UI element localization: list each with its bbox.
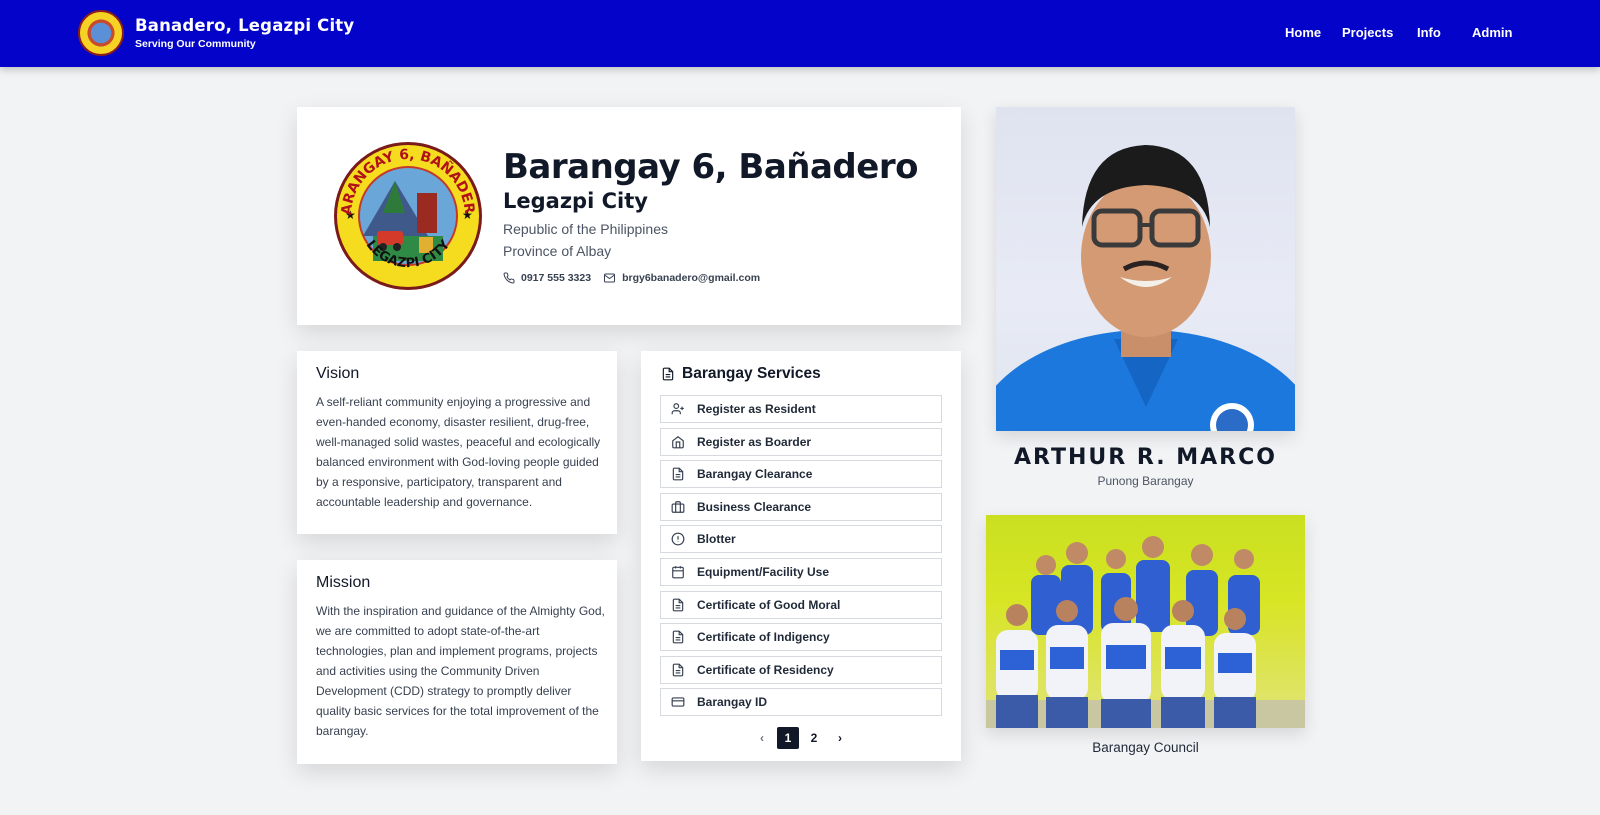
vision-title: Vision [316,365,360,382]
services-list: Register as Resident Register as Boarder… [660,395,942,721]
mission-card: Mission With the inspiration and guidanc… [297,560,617,764]
user-plus-icon [671,403,684,415]
service-register-boarder[interactable]: Register as Boarder [660,427,942,456]
service-residency[interactable]: Certificate of Residency [660,655,942,684]
document-icon [672,663,684,677]
service-register-resident[interactable]: Register as Resident [660,395,942,423]
service-label: Business Clearance [697,499,812,514]
mission-title: Mission [316,574,371,591]
pagination: ‹ 1 2 › [641,727,961,749]
service-label: Certificate of Indigency [697,630,830,645]
mail-icon [604,273,616,283]
calendar-icon [672,566,684,579]
nav-admin[interactable]: Admin [1472,25,1512,40]
service-barangay-id[interactable]: Barangay ID [660,688,942,717]
alert-circle-icon [671,532,685,546]
briefcase-icon [671,500,685,513]
official-name: ARTHUR R. MARCO [1014,445,1277,470]
service-label: Register as Resident [697,402,816,416]
city-name: Legazpi City [503,189,648,213]
nav-info[interactable]: Info [1417,25,1441,40]
services-title: Barangay Services [682,365,821,382]
email-address[interactable]: brgy6banadero@gmail.com [622,272,760,284]
prev-page-icon[interactable]: ‹ [751,727,773,749]
service-label: Certificate of Residency [697,662,834,677]
service-label: Certificate of Good Moral [697,597,841,612]
services-card: Barangay Services Register as Resident R… [641,351,961,761]
nav-projects[interactable]: Projects [1342,25,1393,40]
document-icon [672,598,684,611]
mission-text: With the inspiration and guidance of the… [316,604,605,738]
nav-home[interactable]: Home [1285,25,1321,40]
service-label: Register as Boarder [697,434,812,449]
service-label: Equipment/Facility Use [697,564,830,579]
barangay-info-card: ★ ★ BARANGAY 6, BAÑADERO LEGAZPI CITY Ba… [297,107,961,325]
id-card-icon [671,697,685,708]
service-business-clearance[interactable]: Business Clearance [660,492,942,521]
service-barangay-clearance[interactable]: Barangay Clearance [660,460,942,489]
document-icon [662,367,674,381]
service-equipment-facility[interactable]: Equipment/Facility Use [660,557,942,586]
document-icon [672,467,684,481]
barangay-seal-icon: ★ ★ BARANGAY 6, BAÑADERO LEGAZPI CITY [333,141,482,290]
phone-icon [503,272,515,284]
document-icon [672,630,684,644]
contact-info: 0917 555 3323 brgy6banadero@gmail.com [503,272,760,284]
service-label: Blotter [697,532,736,547]
service-blotter[interactable]: Blotter [660,525,942,554]
service-label: Barangay Clearance [697,467,813,482]
home-icon [672,435,684,449]
top-navbar: Banadero, Legazpi City Serving Our Commu… [0,0,1600,67]
official-role: Punong Barangay [1097,474,1194,488]
barangay-council-photo [986,515,1305,728]
service-indigency[interactable]: Certificate of Indigency [660,623,942,652]
service-good-moral[interactable]: Certificate of Good Moral [660,590,942,619]
council-caption: Barangay Council [1092,740,1199,755]
page-1-button[interactable]: 1 [777,727,799,749]
services-heading: Barangay Services [661,365,821,383]
punong-barangay-photo [996,107,1295,431]
service-label: Barangay ID [697,695,768,710]
phone-number[interactable]: 0917 555 3323 [521,272,591,284]
next-page-icon[interactable]: › [829,727,851,749]
province-line: Province of Albay [503,243,612,259]
country-line: Republic of the Philippines [503,221,668,237]
page-title: Barangay 6, Bañadero [503,147,918,187]
vision-card: Vision A self-reliant community enjoying… [297,351,617,534]
page-2-button[interactable]: 2 [803,727,825,749]
vision-text: A self-reliant community enjoying a prog… [316,395,601,509]
main-nav: Home Projects Info Admin [0,25,1600,45]
